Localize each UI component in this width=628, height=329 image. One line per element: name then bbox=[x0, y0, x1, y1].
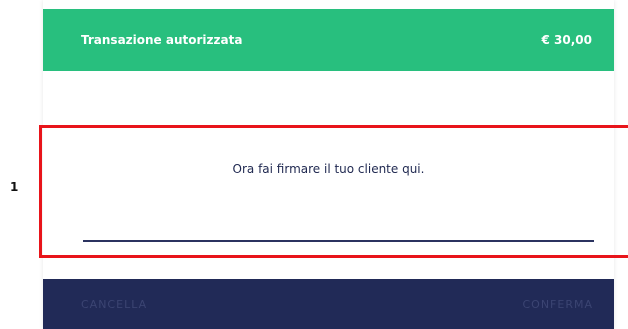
transaction-amount: € 30,00 bbox=[541, 33, 592, 47]
transaction-header: Transazione autorizzata € 30,00 bbox=[43, 9, 614, 71]
signature-area[interactable]: Ora fai firmare il tuo cliente qui. bbox=[43, 71, 614, 279]
action-bar: CANCELLA CONFERMA bbox=[43, 279, 614, 329]
annotation-marker: 1 bbox=[10, 180, 19, 194]
cancel-button[interactable]: CANCELLA bbox=[81, 298, 147, 311]
signature-prompt: Ora fai firmare il tuo cliente qui. bbox=[232, 162, 425, 176]
payment-panel: Transazione autorizzata € 30,00 Ora fai … bbox=[43, 0, 614, 329]
transaction-status-title: Transazione autorizzata bbox=[81, 33, 243, 47]
confirm-button[interactable]: CONFERMA bbox=[522, 298, 593, 311]
signature-line bbox=[83, 240, 594, 242]
